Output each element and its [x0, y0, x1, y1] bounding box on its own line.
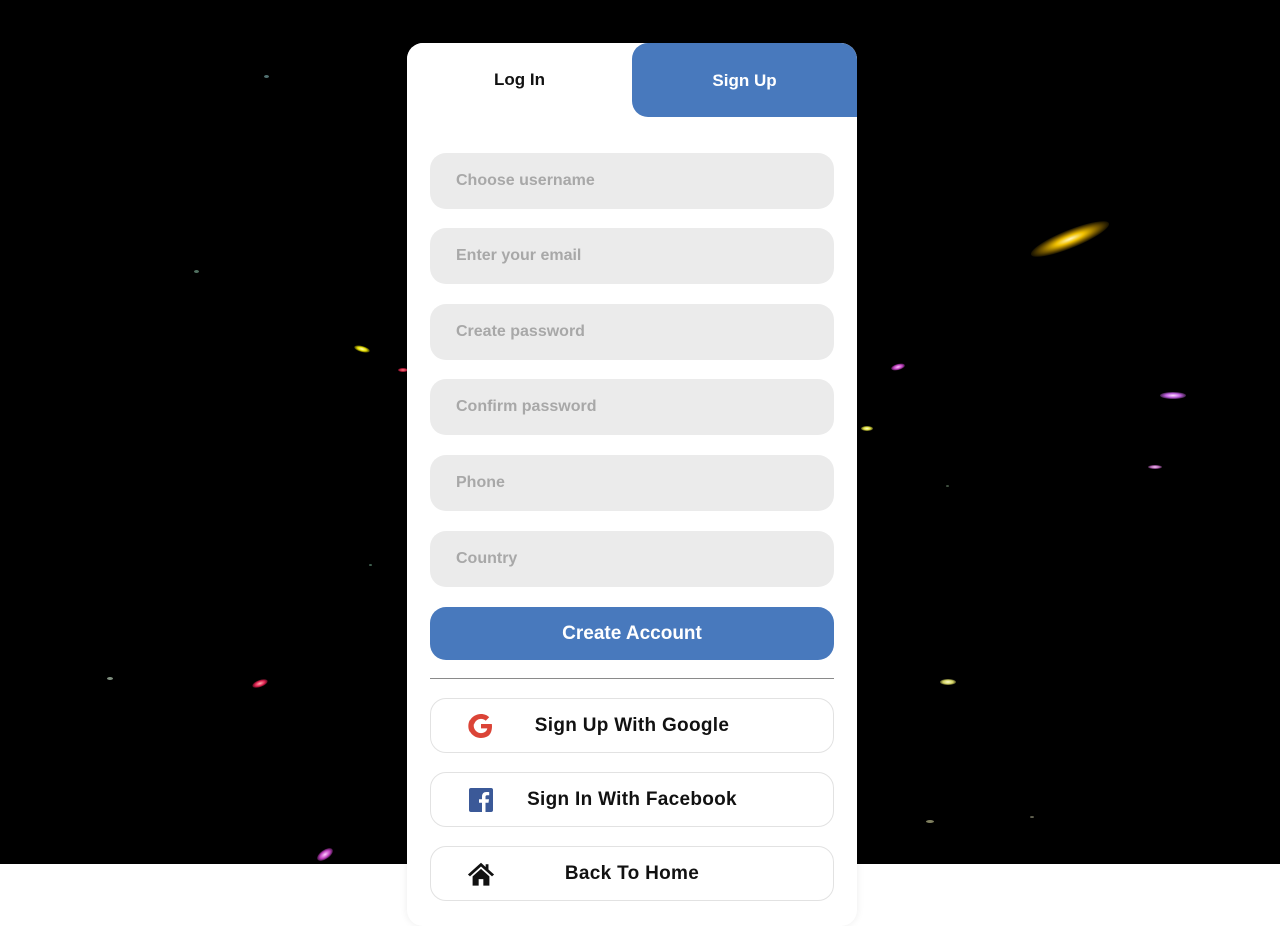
- galaxy-decoration: [1160, 392, 1186, 399]
- confirm-password-input[interactable]: [430, 379, 834, 435]
- galaxy-decoration: [315, 845, 335, 864]
- auth-tabs: Log In Sign Up: [407, 43, 857, 117]
- password-input[interactable]: [430, 304, 834, 360]
- galaxy-decoration: [1148, 465, 1162, 469]
- galaxy-decoration: [264, 75, 269, 78]
- galaxy-decoration: [890, 362, 906, 372]
- facebook-signin-button[interactable]: Sign In With Facebook: [430, 772, 834, 827]
- galaxy-decoration: [1030, 816, 1034, 818]
- galaxy-decoration: [861, 426, 873, 431]
- home-icon: [467, 860, 495, 888]
- country-input[interactable]: [430, 531, 834, 587]
- galaxy-decoration: [194, 270, 199, 273]
- divider: [430, 678, 834, 679]
- galaxy-decoration: [353, 344, 371, 354]
- galaxy-decoration: [940, 679, 956, 685]
- galaxy-decoration: [107, 677, 113, 680]
- tab-signup[interactable]: Sign Up: [632, 43, 857, 117]
- galaxy-decoration: [369, 564, 372, 566]
- galaxy-decoration: [251, 677, 269, 690]
- create-account-button[interactable]: Create Account: [430, 607, 834, 660]
- phone-input[interactable]: [430, 455, 834, 511]
- google-icon: [467, 712, 495, 740]
- facebook-icon: [467, 786, 495, 814]
- galaxy-decoration: [926, 820, 934, 823]
- galaxy-decoration: [946, 485, 949, 487]
- username-input[interactable]: [430, 153, 834, 209]
- back-home-button[interactable]: Back To Home: [430, 846, 834, 901]
- galaxy-decoration: [1027, 214, 1113, 264]
- google-signup-button[interactable]: Sign Up With Google: [430, 698, 834, 753]
- email-input[interactable]: [430, 228, 834, 284]
- signup-card: Log In Sign Up Create Account Sign Up Wi…: [407, 43, 857, 926]
- tab-login[interactable]: Log In: [407, 43, 632, 117]
